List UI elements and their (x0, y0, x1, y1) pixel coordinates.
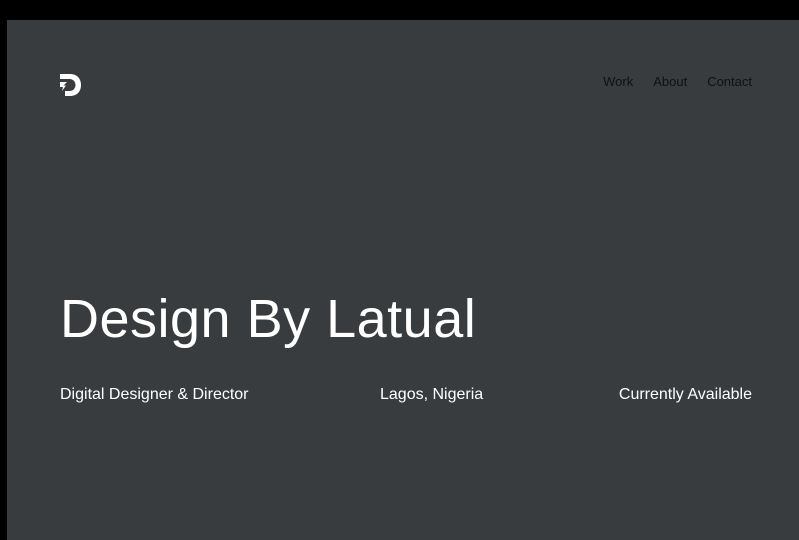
hero-location: Lagos, Nigeria (380, 386, 484, 403)
nav-link-about[interactable]: About (653, 74, 687, 89)
main-nav: Work About Contact (603, 74, 752, 89)
nav-link-work[interactable]: Work (603, 74, 633, 89)
d-monogram-logo-icon (60, 74, 81, 96)
logo-icon[interactable] (60, 74, 82, 96)
hero-title: Design By Latual (60, 289, 477, 349)
hero-role: Digital Designer & Director (60, 386, 249, 403)
availability-status: Currently Available (618, 386, 752, 403)
page-frame: Work About Contact Design By Latual Digi… (7, 20, 799, 540)
nav-link-contact[interactable]: Contact (707, 74, 752, 89)
